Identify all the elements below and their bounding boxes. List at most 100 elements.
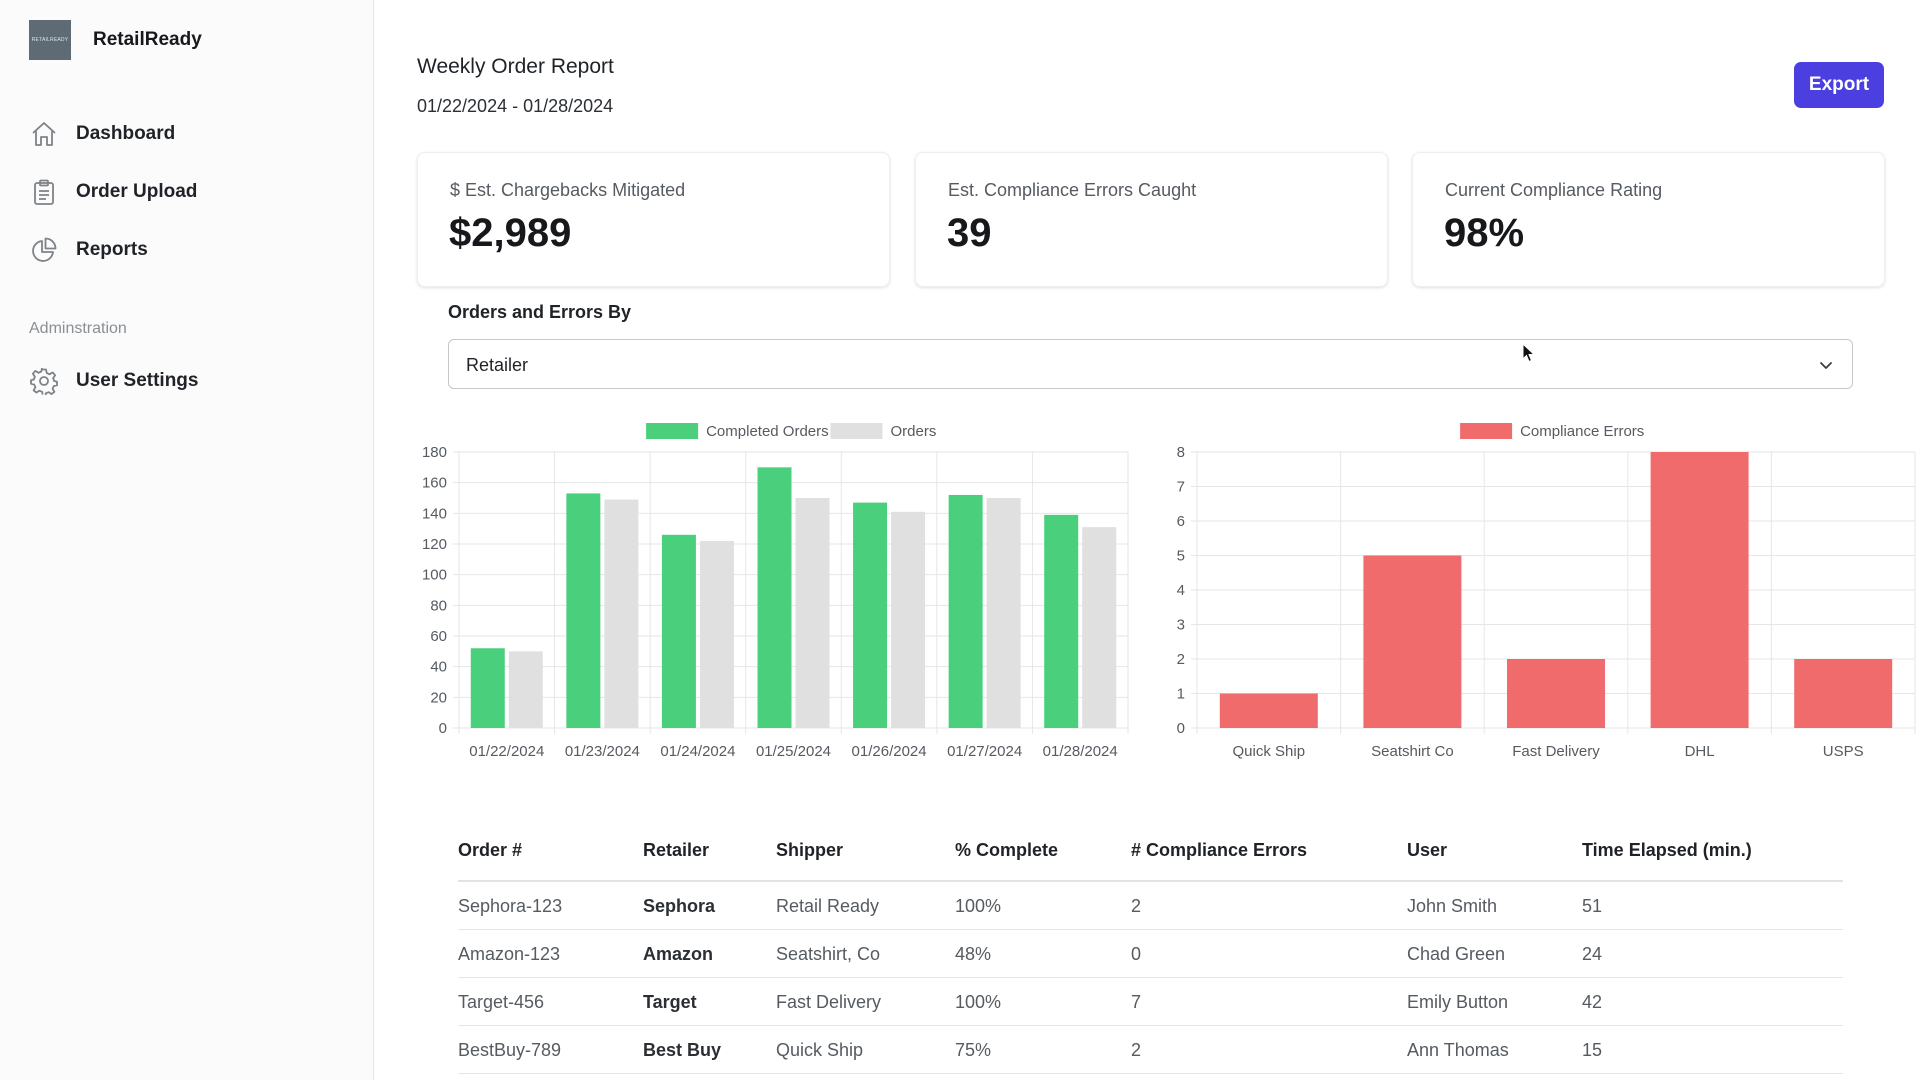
stat-card-value: $2,989 (449, 211, 572, 255)
cell-percent-complete: 75% (955, 1040, 992, 1060)
brand-logo: RETAILREADY (29, 20, 71, 60)
sidebar-item-label: User Settings (76, 370, 199, 391)
legend-swatch (830, 423, 883, 439)
pie-chart-icon (32, 237, 57, 262)
group-by-select[interactable]: Retailer (448, 339, 1853, 389)
section-label-administration: Adminstration (29, 320, 127, 337)
bar (891, 511, 926, 728)
table-row[interactable]: Target-456 Target Fast Delivery 100% 7 E… (458, 978, 1843, 1026)
bar (986, 498, 1021, 728)
table-header: Order # Retailer Shipper % Complete # Co… (458, 822, 1843, 882)
y-tick-label: 120 (422, 536, 447, 553)
cell-time-elapsed: 42 (1582, 992, 1603, 1012)
y-tick-label: 60 (430, 628, 447, 645)
table-row[interactable]: Sephora-123 Sephora Retail Ready 100% 2 … (458, 882, 1843, 930)
column-header[interactable]: Shipper (776, 840, 843, 861)
column-header[interactable]: User (1407, 840, 1447, 861)
x-tick-label: 01/28/2024 (1043, 743, 1118, 760)
cell-percent-complete: 48% (955, 944, 992, 964)
x-tick-label: 01/25/2024 (756, 743, 831, 760)
app-window: RETAILREADY RetailReady Dashboard Order … (0, 0, 1920, 1080)
gear-icon (30, 367, 58, 395)
y-tick-label: 100 (422, 567, 447, 584)
cell-shipper: Retail Ready (776, 896, 880, 916)
orders-chart-svg: Completed Orders Orders 0 20 40 60 80 100 120 140… (422, 423, 1129, 760)
legend-label: Compliance Errors (1520, 423, 1644, 440)
y-tick-label: 180 (422, 444, 447, 461)
brand-name: RetailReady (93, 29, 202, 50)
page-title: Weekly Order Report (417, 55, 614, 78)
column-header[interactable]: Retailer (643, 840, 709, 861)
mouse-cursor-icon (1522, 343, 1536, 363)
cell-shipper: Fast Delivery (776, 992, 882, 1012)
bar (1363, 555, 1462, 728)
stat-card-errors-caught: Est. Compliance Errors Caught 39 (915, 152, 1388, 287)
table-row[interactable]: BestBuy-789 Best Buy Quick Ship 75% 2 An… (458, 1026, 1843, 1074)
sidebar-item-label: Order Upload (76, 181, 198, 202)
stat-card-label: $ Est. Chargebacks Mitigated (450, 180, 686, 200)
x-tick-label: Seatshirt Co (1371, 743, 1454, 760)
column-header[interactable]: % Complete (955, 840, 1058, 861)
errors-chart-svg: Compliance Errors 0 1 2 3 4 5 6 7 8 Quick Ship Seat… (1177, 423, 1916, 760)
column-header[interactable]: Order # (458, 840, 522, 861)
bar (1507, 659, 1605, 728)
cell-time-elapsed: 24 (1582, 944, 1603, 964)
sidebar-item-label: Reports (76, 239, 148, 260)
legend-swatch (1460, 423, 1513, 439)
y-tick-label: 20 (430, 689, 447, 706)
cell-shipper: Seatshirt, Co (776, 944, 881, 964)
cell-order-number: Sephora-123 (458, 896, 563, 916)
y-tick-label: 160 (422, 475, 447, 492)
stat-card-label: Est. Compliance Errors Caught (948, 180, 1197, 200)
orders-chart: Completed Orders Orders 0 20 40 60 80 100 120 140… (375, 410, 1135, 775)
cell-compliance-errors: 2 (1131, 896, 1142, 916)
sidebar-item-user-settings[interactable]: User Settings (30, 367, 198, 395)
bar (661, 534, 696, 728)
brand[interactable]: RETAILREADY RetailReady (29, 20, 202, 60)
table-row[interactable]: Amazon-123 Amazon Seatshirt, Co 48% 0 Ch… (458, 930, 1843, 978)
cell-time-elapsed: 51 (1582, 896, 1603, 916)
y-tick-label: 5 (1177, 548, 1185, 565)
orders-table: Order # Retailer Shipper % Complete # Co… (458, 822, 1843, 1074)
cell-user: Chad Green (1407, 944, 1506, 964)
legend-label: Completed Orders (706, 423, 829, 440)
x-tick-label: 01/24/2024 (660, 743, 735, 760)
bar (604, 499, 639, 728)
bar (1650, 452, 1749, 728)
bar (1044, 514, 1079, 728)
errors-chart: Compliance Errors 0 1 2 3 4 5 6 7 8 Quick Ship Seat… (1135, 410, 1920, 775)
cell-retailer: Amazon (643, 944, 714, 964)
sidebar-item-order-upload[interactable]: Order Upload (30, 178, 197, 206)
bar (1219, 693, 1318, 728)
y-tick-label: 8 (1177, 444, 1185, 461)
stat-card-chargebacks: $ Est. Chargebacks Mitigated $2,989 (417, 152, 890, 287)
x-tick-label: Quick Ship (1233, 743, 1306, 760)
clipboard-icon (34, 179, 54, 205)
x-tick-label: 01/23/2024 (565, 743, 640, 760)
sidebar-item-label: Dashboard (76, 123, 176, 144)
legend-swatch (646, 423, 699, 439)
group-by-label: Orders and Errors By (448, 302, 632, 322)
export-button[interactable]: Export (1794, 62, 1884, 108)
cell-time-elapsed: 15 (1582, 1040, 1603, 1060)
cell-shipper: Quick Ship (776, 1040, 864, 1060)
column-header[interactable]: # Compliance Errors (1131, 840, 1307, 861)
cell-order-number: BestBuy-789 (458, 1040, 562, 1060)
y-tick-label: 4 (1177, 582, 1185, 599)
y-tick-label: 80 (430, 597, 447, 614)
sidebar-item-reports[interactable]: Reports (30, 236, 148, 264)
cell-retailer: Sephora (643, 896, 716, 916)
x-tick-label: USPS (1823, 743, 1864, 760)
cell-retailer: Best Buy (643, 1040, 722, 1060)
chevron-down-icon (1820, 362, 1832, 369)
cell-compliance-errors: 7 (1131, 992, 1142, 1012)
cell-percent-complete: 100% (955, 896, 1002, 916)
sidebar-item-dashboard[interactable]: Dashboard (30, 120, 175, 148)
column-header[interactable]: Time Elapsed (min.) (1582, 840, 1752, 861)
cell-compliance-errors: 0 (1131, 944, 1142, 964)
x-tick-label: 01/27/2024 (947, 743, 1022, 760)
stat-card-value: 98% (1444, 211, 1525, 255)
legend-label: Orders (891, 423, 937, 440)
cell-compliance-errors: 2 (1131, 1040, 1142, 1060)
y-tick-label: 140 (422, 505, 447, 522)
